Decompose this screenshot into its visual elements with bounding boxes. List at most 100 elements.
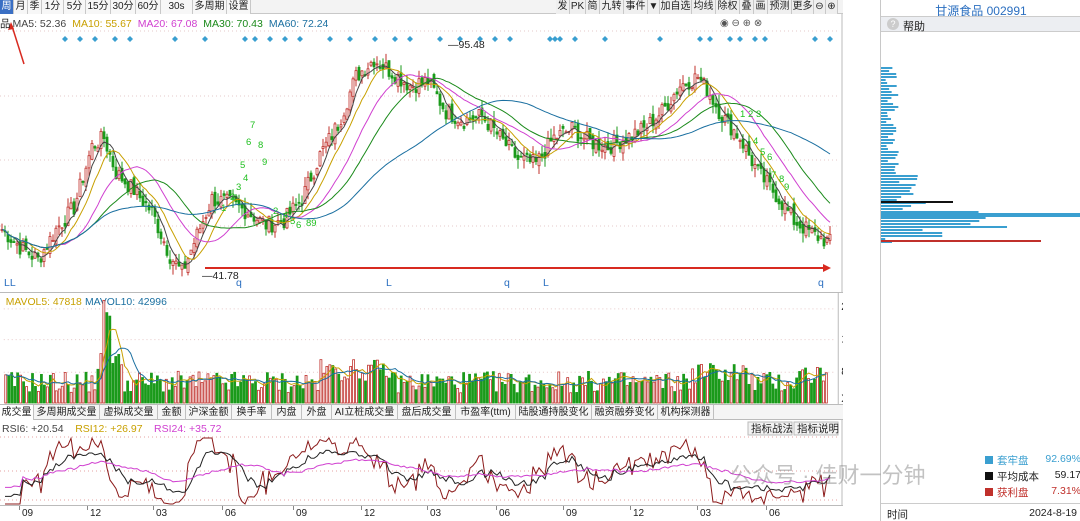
toolbar-button[interactable]: 叠 (740, 0, 754, 14)
volume-bar (649, 376, 653, 404)
candle (324, 137, 328, 154)
volume-bar (682, 373, 686, 404)
svg-text:指标战法: 指标战法 (751, 422, 793, 435)
period-button[interactable]: 30s (161, 0, 193, 14)
indicator-tab[interactable]: 机构探测器 (658, 405, 714, 420)
volume-bar (587, 370, 590, 404)
volume-bar (48, 374, 52, 404)
toolbar-button[interactable]: 加自选 (660, 0, 692, 14)
indicator-tab[interactable]: 换手率 (232, 405, 272, 420)
period-button[interactable]: 1分 (42, 0, 64, 14)
toolbar-button[interactable]: 画 (754, 0, 768, 14)
volume-bar (114, 356, 118, 404)
period-button[interactable]: 15分 (86, 0, 111, 14)
chip-bar (881, 121, 887, 123)
time-tick (766, 506, 767, 510)
candle (162, 237, 166, 246)
signal-diamond-mark (437, 36, 443, 42)
volume-bar (263, 383, 266, 404)
indicator-tab[interactable]: 内盘 (272, 405, 302, 420)
indicator-tab[interactable]: 沪深金额 (186, 405, 232, 420)
chip-bar (881, 181, 900, 183)
chip-bar (881, 73, 897, 75)
volume-bar (720, 380, 724, 404)
period-button[interactable]: 5分 (64, 0, 86, 14)
candle (633, 120, 637, 144)
indicator-tab[interactable]: 金额 (158, 405, 186, 420)
toolbar-button[interactable]: 除权 (716, 0, 740, 14)
toolbar-button[interactable]: ▼ (648, 0, 660, 14)
signal-diamond-mark (372, 36, 378, 42)
svg-text:指标说明: 指标说明 (797, 422, 839, 435)
candle (684, 83, 688, 88)
volume-bar (527, 374, 531, 404)
toolbar-button[interactable]: 均线 (692, 0, 716, 14)
volume-bar (158, 379, 162, 404)
indicator-tab[interactable]: 陆股通持股变化 (516, 405, 592, 420)
indicator-tab[interactable]: 融资融券变化 (592, 405, 658, 420)
period-button[interactable]: 30分 (111, 0, 136, 14)
signal-diamond-mark (737, 36, 743, 42)
chip-bar (881, 175, 918, 177)
toolbar-button[interactable]: 简 (586, 0, 600, 14)
period-button[interactable]: 设置 (227, 0, 251, 14)
candlestick-chart[interactable]: 98.4683.6868.7253.76—95.48—41.78LLqLqLq7… (0, 14, 843, 292)
indicator-tab[interactable]: 虚拟成交量 (100, 405, 158, 420)
volume-bar (536, 386, 540, 404)
toolbar-button[interactable]: ⊕ (826, 0, 838, 14)
indicator-help-button[interactable]: 指标战法 (747, 421, 793, 436)
candle (828, 226, 832, 245)
help-row[interactable]: ? 帮助 (881, 16, 1080, 33)
volume-bar (798, 371, 801, 404)
toolbar-button[interactable]: PK (570, 0, 586, 14)
low-price-label: —41.78 (202, 270, 239, 282)
signal-diamond-mark (407, 36, 413, 42)
volume-bar (123, 391, 127, 404)
volume-bar (703, 376, 706, 404)
time-axis: 09 12 03 06 09 12 03 06 09 12 03 06 (0, 505, 843, 521)
period-button[interactable]: 月 (14, 0, 28, 14)
toolbar-button[interactable]: 预测 (768, 0, 792, 14)
period-button[interactable]: 60分 (136, 0, 161, 14)
candle (78, 172, 82, 198)
period-button[interactable]: 季 (28, 0, 42, 14)
toolbar-button[interactable]: 九转 (600, 0, 624, 14)
volume-bar (824, 372, 828, 404)
indicator-tab[interactable]: 盘后成交量 (398, 405, 456, 420)
time-tick (496, 506, 497, 510)
rsi-chart[interactable]: RSI6: +20.54 RSI12: +26.97 RSI24: +35.72 指标… (0, 420, 843, 505)
volume-chart[interactable]: MAVOL5: 47818MAVOL10: 42996 2483 1655 828 X1… (0, 292, 843, 404)
toolbar-button[interactable]: 发 (556, 0, 570, 14)
candle (444, 104, 448, 125)
period-button[interactable]: 多周期 (193, 0, 227, 14)
candle (507, 132, 511, 151)
indicator-tab[interactable]: 外盘 (302, 405, 332, 420)
indicator-tab[interactable]: 市盈率(ttm) (456, 405, 516, 420)
volume-bar (31, 373, 34, 404)
volume-bar (72, 387, 76, 404)
indicator-tab[interactable]: 成交量 (0, 405, 34, 420)
volume-bar (307, 382, 311, 404)
indicator-tab[interactable]: 多周期成交量 (34, 405, 100, 420)
volume-bar (572, 382, 576, 404)
volume-bar (694, 382, 697, 404)
toolbar-button[interactable]: ⊖ (814, 0, 826, 14)
pointer-arrow-line (11, 25, 25, 65)
signal-diamond-mark (812, 36, 818, 42)
indicator-help-button[interactable]: 指标说明 (793, 421, 839, 436)
volume-bar (185, 380, 189, 404)
legend-label: 获利盘 (997, 487, 1029, 499)
toolbar-button[interactable]: 事件 (624, 0, 648, 14)
toolbar-button[interactable]: 更多 (792, 0, 814, 14)
signal-diamond-mark (267, 36, 273, 42)
volume-bar (533, 384, 537, 404)
candle (24, 235, 28, 252)
chip-bar (881, 106, 899, 108)
chip-bar (881, 133, 894, 135)
td-count-mark: 5 (290, 216, 295, 227)
indicator-tab[interactable]: AI立桩成交量 (332, 405, 398, 420)
eye-icon[interactable]: ◉ ⊖ ⊕ ⊗ (720, 18, 762, 29)
candle (180, 264, 184, 277)
volume-bar (480, 378, 483, 404)
period-button[interactable]: 周 (0, 0, 14, 14)
